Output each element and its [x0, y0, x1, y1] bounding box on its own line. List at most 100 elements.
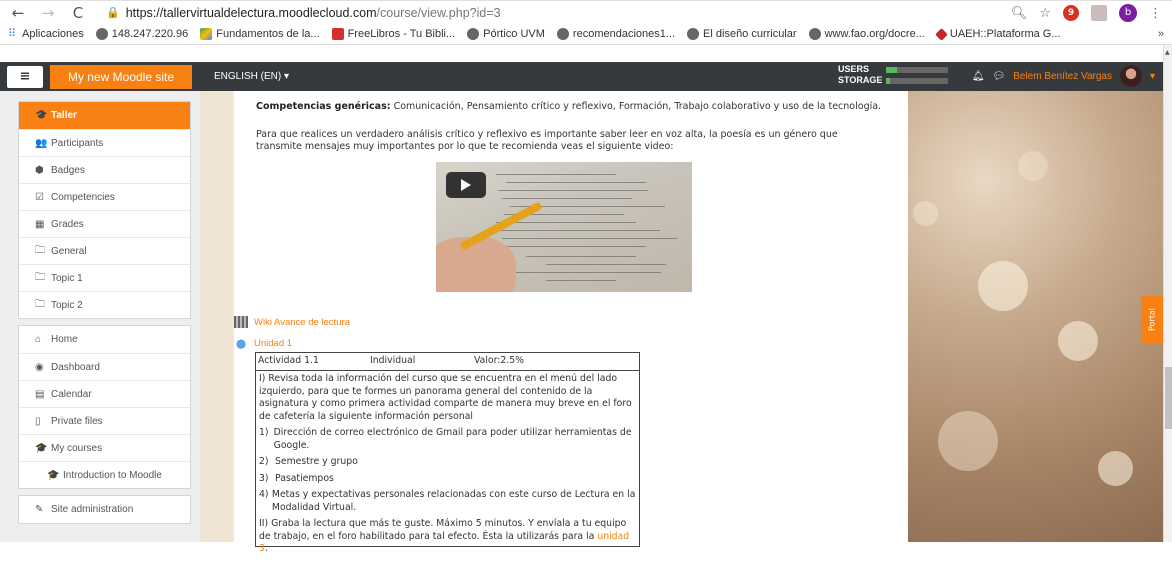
drawer-item-label: Taller — [51, 110, 77, 121]
drawer-item-topic-1[interactable]: 🗀 Topic 1 — [19, 264, 190, 291]
drawer-item-label: My courses — [51, 442, 103, 454]
list-number: 2) — [259, 456, 269, 467]
bookmark-label[interactable]: Aplicaciones — [22, 28, 84, 40]
bookmark-item[interactable]: www.fao.org/docre... — [808, 28, 925, 40]
video-player[interactable] — [436, 162, 692, 292]
drawer-item-my-courses[interactable]: 🎓 My courses — [19, 434, 190, 461]
bookmark-label[interactable]: recomendaciones1... — [573, 28, 675, 40]
drawer-item-introduction-to-moodle[interactable]: 🎓 Introduction to Moodle — [19, 461, 190, 488]
extension-badge-icon[interactable]: 9 — [1063, 5, 1079, 21]
chevron-down-icon[interactable]: ▾ — [1150, 71, 1155, 82]
drawer-item-label: Site administration — [51, 504, 134, 515]
drawer-item-dashboard[interactable]: ◉ Dashboard — [19, 353, 190, 380]
drawer-item-general[interactable]: 🗀 General — [19, 237, 190, 264]
shield-icon: ⬢ — [35, 164, 44, 176]
browser-menu-icon[interactable]: ⋮ — [1149, 6, 1162, 21]
users-icon: 👥 — [35, 137, 48, 149]
bookmarks-bar: ⠿ Aplicaciones 148.247.220.96 Fundamentos d… — [0, 24, 1172, 45]
bookmark-item[interactable]: Pórtico UVM — [467, 28, 545, 40]
site-brand-link[interactable]: My new Moodle site — [50, 64, 192, 89]
bell-icon[interactable]: 🔔︎ — [972, 71, 985, 82]
reload-icon[interactable]: C — [70, 4, 86, 22]
scrollbar-thumb[interactable] — [1165, 367, 1172, 429]
drawer-item-label: Badges — [51, 164, 85, 176]
moodle-navbar: ≡ My new Moodle site ENGLISH (EN) ▾ USER… — [0, 62, 1163, 91]
drawer-item-private-files[interactable]: ▯ Private files — [19, 407, 190, 434]
play-button[interactable] — [446, 172, 486, 198]
users-bar — [886, 67, 948, 73]
avatar[interactable] — [1119, 65, 1142, 87]
activity-list: 1) Dirección de correo electrónico de Gma… — [259, 427, 636, 514]
activity-type: Individual — [370, 355, 416, 367]
drawer-item-home[interactable]: ⌂ Home — [19, 326, 190, 353]
globe-icon — [687, 28, 700, 40]
unit-activity-link[interactable]: Unidad 1 — [234, 337, 292, 349]
unit-link-label[interactable]: Unidad 1 — [254, 338, 292, 349]
bookmark-label[interactable]: 148.247.220.96 — [112, 28, 188, 40]
url-host: https://tallervirtualdelectura.moodleclo… — [125, 5, 377, 20]
bookmark-item[interactable]: FreeLibros - Tu Bibli... — [331, 28, 456, 40]
activity-number: Actividad 1.1 — [258, 355, 319, 367]
folder-icon: 🗀 — [35, 271, 45, 283]
language-menu[interactable]: ENGLISH (EN) ▾ — [214, 71, 289, 82]
storage-bar — [886, 78, 948, 84]
site-nav-block: ⌂ Home ◉ Dashboard ▤ Calendar ▯ Private files 🎓 M… — [18, 325, 191, 489]
drawer-item-label: General — [51, 245, 87, 257]
bookmark-item[interactable]: 148.247.220.96 — [95, 28, 188, 40]
bookmark-label[interactable]: UAEH::Plataforma G... — [950, 28, 1061, 40]
usage-storage-label: STORAGE — [838, 75, 883, 85]
main-content: Competencias genéricas: Comunicación, Pe… — [200, 91, 908, 554]
drawer-item-label: Private files — [51, 415, 103, 427]
list-item: 1) Dirección de correo electrónico de Gma… — [259, 427, 636, 452]
address-bar[interactable]: 🔒 https://tallervirtualdelectura.moodlec… — [106, 6, 501, 20]
drawer-item-participants[interactable]: 👥 Participants — [19, 129, 190, 156]
bookmark-label[interactable]: www.fao.org/docre... — [825, 28, 925, 40]
wiki-icon — [234, 316, 248, 328]
scroll-up-icon[interactable]: ▲ — [1165, 49, 1170, 56]
globe-icon — [95, 28, 108, 40]
lesson-icon — [234, 337, 248, 349]
bookmark-label[interactable]: Fundamentos de la... — [216, 28, 319, 40]
bookmark-item[interactable]: ⠿ Aplicaciones — [6, 28, 84, 40]
competencias-text: Competencias genéricas: Comunicación, Pe… — [256, 101, 881, 112]
user-menu[interactable]: 🔔︎ 💬︎ Belem Benítez Vargas ▾ — [972, 65, 1155, 87]
drawer-item-taller[interactable]: 🎓 Taller — [19, 102, 190, 129]
bookmark-label[interactable]: El diseño curricular — [703, 28, 797, 40]
activity-box: Actividad 1.1 Individual Valor:2.5% I) R… — [255, 352, 640, 554]
portal-tab[interactable]: Portal — [1141, 296, 1163, 344]
forward-icon[interactable]: → — [40, 4, 56, 22]
bookmark-label[interactable]: Pórtico UVM — [483, 28, 545, 40]
drawer-item-site-administration[interactable]: ✎ Site administration — [19, 496, 190, 523]
globe-icon — [808, 28, 821, 40]
drawer-item-grades[interactable]: ▦ Grades — [19, 210, 190, 237]
background-image — [908, 91, 1163, 542]
drawer-item-label: Participants — [51, 137, 104, 149]
profile-avatar[interactable]: b — [1119, 4, 1137, 22]
drawer-item-badges[interactable]: ⬢ Badges — [19, 156, 190, 183]
bookmark-item[interactable]: Fundamentos de la... — [200, 28, 320, 40]
dashboard-icon: ◉ — [35, 361, 44, 373]
bookmark-item[interactable]: El diseño curricular — [687, 28, 797, 40]
wiki-link-label[interactable]: Wiki Avance de lectura — [254, 317, 350, 328]
back-icon[interactable]: ← — [10, 4, 26, 22]
list-text: Pasatiempos — [275, 472, 334, 484]
bookmark-item[interactable]: UAEH::Plataforma G... — [935, 27, 1061, 41]
bookmark-label[interactable]: FreeLibros - Tu Bibli... — [348, 28, 456, 40]
chat-icon[interactable]: 💬︎ — [993, 71, 1006, 82]
drawer-item-competencies[interactable]: ☑ Competencies — [19, 183, 190, 210]
zoom-icon[interactable]: 🔍︎ — [1011, 6, 1028, 21]
menu-toggle-button[interactable]: ≡ — [7, 65, 43, 88]
intro-paragraph: Para que realices un verdadero análisis … — [256, 129, 838, 152]
drawer-item-label: Home — [51, 334, 78, 345]
page-scrollbar[interactable]: ▲ — [1163, 45, 1172, 542]
drawer-item-calendar[interactable]: ▤ Calendar — [19, 380, 190, 407]
wiki-activity-link[interactable]: Wiki Avance de lectura — [234, 316, 350, 328]
drawer-item-label: Introduction to Moodle — [63, 469, 162, 481]
user-name[interactable]: Belem Benítez Vargas — [1013, 71, 1112, 82]
drawer-item-topic-2[interactable]: 🗀 Topic 2 — [19, 291, 190, 318]
activity-paragraph-2-text: II) Graba la lectura que más te guste. M… — [259, 518, 627, 542]
pdf-extension-icon[interactable] — [1091, 5, 1107, 21]
star-icon[interactable]: ☆ — [1039, 6, 1051, 21]
bookmarks-more-icon[interactable]: » — [1158, 28, 1164, 40]
bookmark-item[interactable]: recomendaciones1... — [556, 28, 675, 40]
